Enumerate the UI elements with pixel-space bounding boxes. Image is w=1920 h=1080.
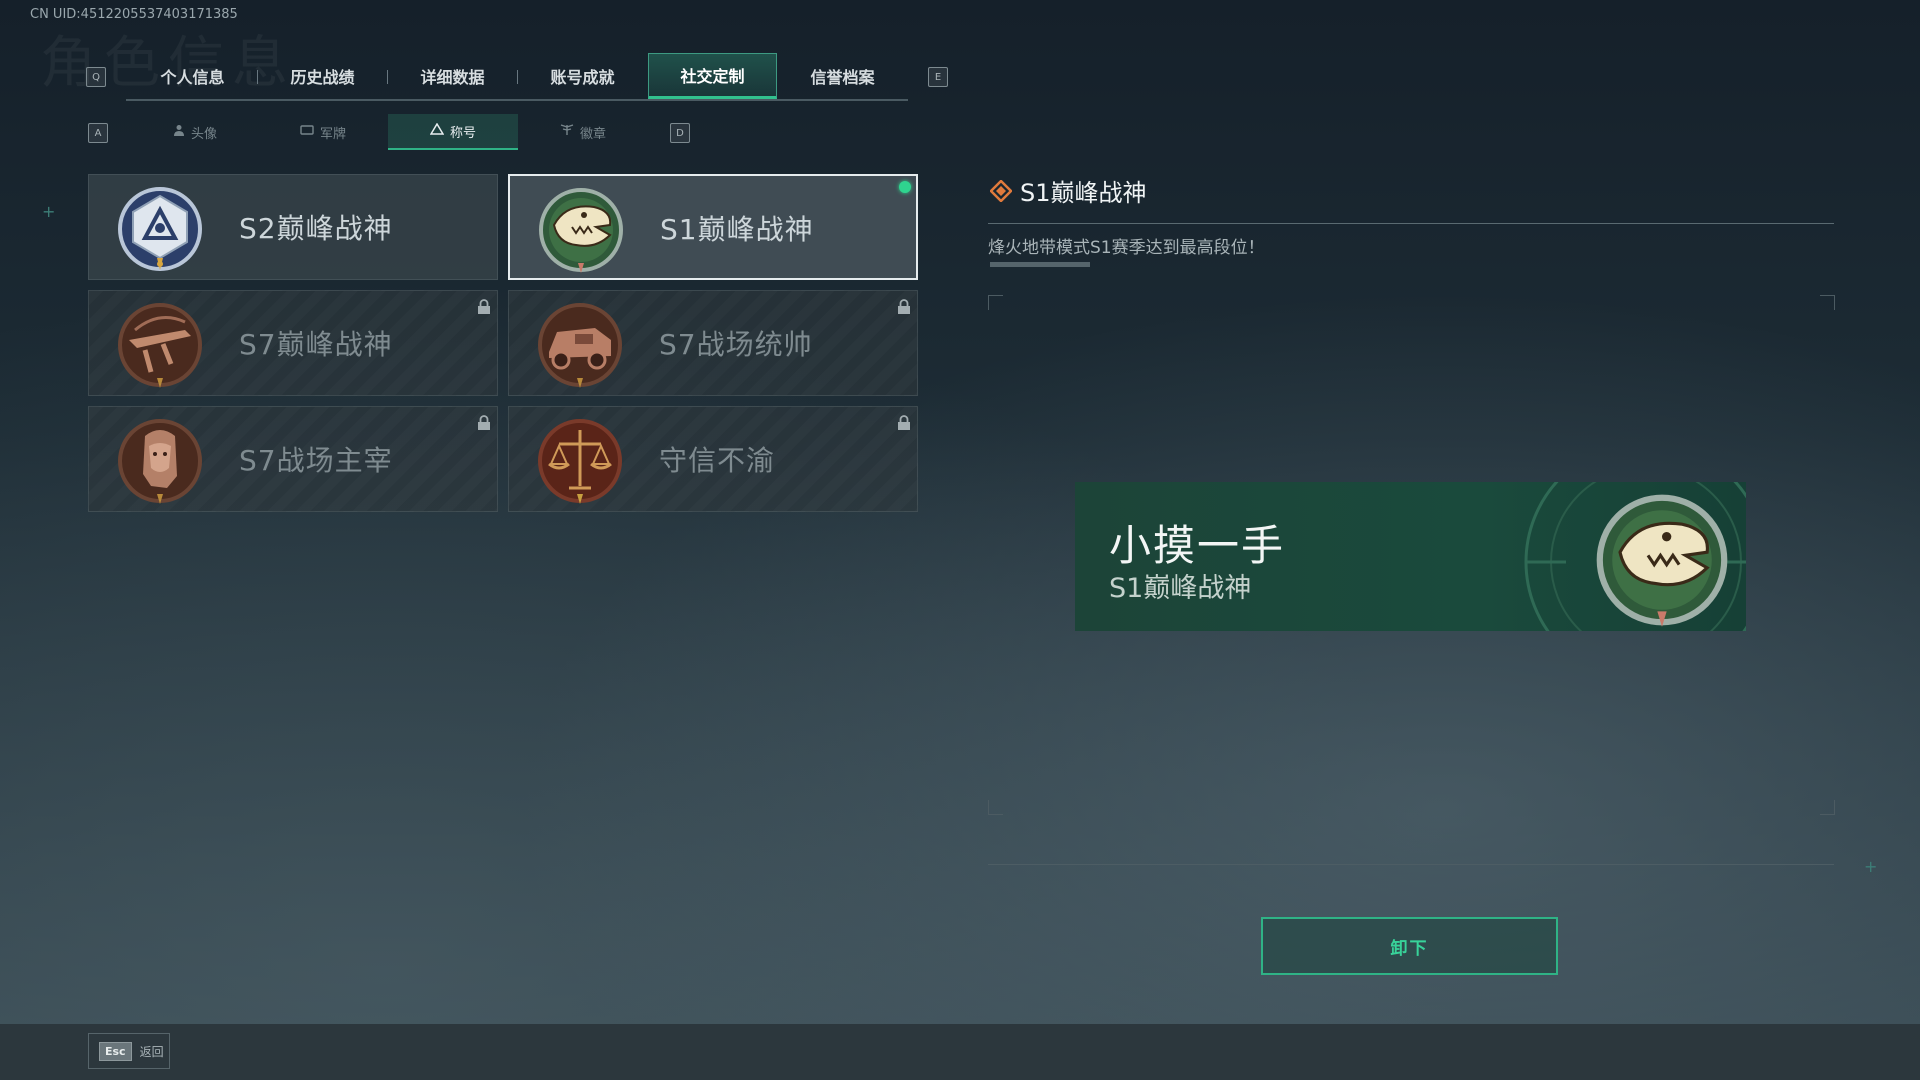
subtab-dogtag[interactable]: 军牌 [258, 114, 388, 150]
detail-title-text: S1巅峰战神 [1020, 179, 1147, 207]
tab-personal-info[interactable]: 个人信息 [128, 53, 257, 99]
pharaoh-emblem-icon [118, 419, 202, 504]
title-card-label: 守信不渝 [659, 444, 776, 477]
crosshair-decoration: + [42, 202, 56, 221]
title-preview-banner: 小摸一手 S1巅峰战神 [1075, 482, 1746, 631]
wings-icon [560, 124, 574, 140]
detail-description: 烽火地带模式S1赛季达到最高段位！ [988, 238, 1265, 258]
next-tab-key[interactable]: E [928, 67, 948, 87]
detail-divider [988, 223, 1834, 224]
prev-tab-key[interactable]: Q [86, 67, 106, 87]
armored-car-emblem-icon [538, 303, 622, 388]
lock-icon [478, 415, 490, 430]
diamond-icon [990, 179, 1012, 202]
tab-credit-record[interactable]: 信誉档案 [778, 53, 907, 99]
tab-match-history[interactable]: 历史战绩 [258, 53, 387, 99]
title-card-s7-commander[interactable]: S7战场统帅 [508, 290, 918, 396]
prev-subtab-key[interactable]: A [88, 123, 108, 143]
detail-title: S1巅峰战神 [990, 173, 1147, 208]
preview-player-name: 小摸一手 [1109, 521, 1286, 570]
title-card-label: S7战场统帅 [659, 328, 813, 361]
crossbow-emblem-icon [118, 303, 202, 388]
person-icon [173, 124, 185, 140]
frame-corner [1820, 295, 1835, 310]
tab-social-custom[interactable]: 社交定制 [648, 53, 777, 99]
lock-icon [478, 299, 490, 314]
crocodile-emblem-icon [539, 188, 623, 273]
subtab-badge[interactable]: 徽章 [518, 114, 648, 150]
title-card-s1-peak[interactable]: S1巅峰战神 [508, 174, 918, 280]
subtab-label: 头像 [190, 126, 217, 142]
detail-accent-bar [990, 262, 1090, 267]
frame-corner [988, 295, 1003, 310]
title-card-s7-dominator[interactable]: S7战场主宰 [88, 406, 498, 512]
frame-corner [988, 800, 1003, 815]
tab-detailed-data[interactable]: 详细数据 [388, 53, 517, 99]
silver-shield-emblem-icon [118, 187, 202, 271]
subtab-title[interactable]: 称号 [388, 114, 518, 150]
title-card-label: S7战场主宰 [239, 444, 393, 477]
subtab-label: 军牌 [319, 126, 346, 142]
crosshair-decoration: + [1864, 857, 1878, 876]
lock-icon [898, 299, 910, 314]
footer-bar [0, 1024, 1920, 1080]
crocodile-emblem-icon [1596, 494, 1728, 627]
detail-bottom-divider [988, 864, 1834, 865]
next-subtab-key[interactable]: D [670, 123, 690, 143]
triangle-icon [429, 122, 445, 139]
title-card-label: S1巅峰战神 [660, 213, 814, 246]
title-card-label: S7巅峰战神 [239, 328, 393, 361]
unequip-button[interactable]: 卸下 [1261, 917, 1558, 975]
esc-key: Esc [99, 1041, 132, 1061]
lock-icon [898, 415, 910, 430]
equipped-indicator [899, 181, 911, 193]
main-tab-bar: Q 个人信息 历史战绩 详细数据 账号成就 社交定制 信誉档案 E [86, 53, 948, 101]
scales-emblem-icon [538, 419, 622, 504]
subtab-label: 徽章 [579, 126, 606, 142]
title-card-s7-peak[interactable]: S7巅峰战神 [88, 290, 498, 396]
title-card-keep-faith[interactable]: 守信不渝 [508, 406, 918, 512]
back-button[interactable]: Esc 返回 [88, 1033, 170, 1069]
back-label: 返回 [139, 1044, 164, 1059]
subtab-label: 称号 [449, 125, 476, 141]
tab-achievements[interactable]: 账号成就 [518, 53, 647, 99]
title-card-label: S2巅峰战神 [239, 212, 393, 245]
subtab-avatar[interactable]: 头像 [130, 114, 260, 150]
dogtag-icon [300, 124, 314, 140]
preview-title: S1巅峰战神 [1109, 573, 1252, 604]
title-card-s2-peak[interactable]: S2巅峰战神 [88, 174, 498, 280]
frame-corner [1820, 800, 1835, 815]
